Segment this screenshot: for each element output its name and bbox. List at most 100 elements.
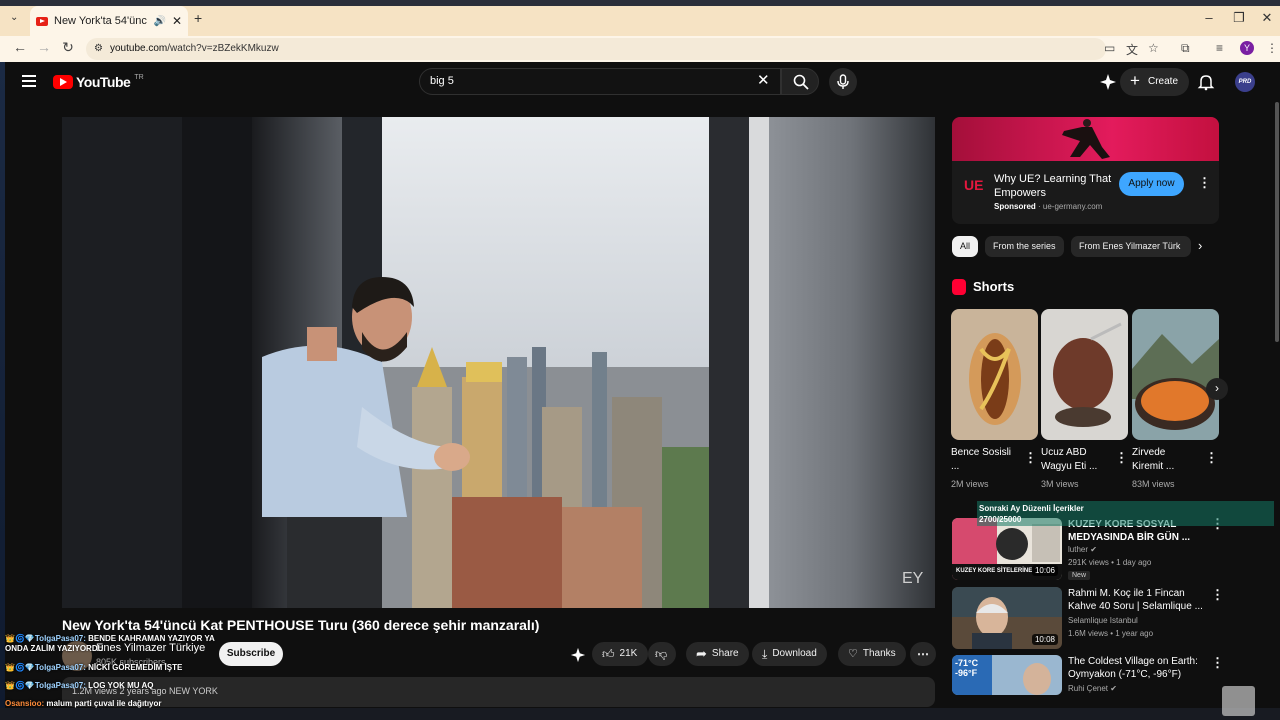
rec-title-3[interactable]: The Coldest Village on Earth: Oymyakon (… xyxy=(1068,655,1208,681)
tab-title: New York'ta 54'üncü Kat PE xyxy=(54,15,147,27)
download-button[interactable]: ⤓ Download xyxy=(752,642,827,666)
install-app-icon[interactable]: ▭ xyxy=(1104,41,1115,55)
microphone-icon xyxy=(837,74,849,89)
account-avatar[interactable]: PRD xyxy=(1235,72,1255,92)
short-title-2[interactable]: Ucuz ABD Wagyu Eti ... xyxy=(1041,446,1107,474)
short-thumbnail-2[interactable] xyxy=(1041,309,1128,440)
short-menu-icon-2[interactable]: ⋮ xyxy=(1115,451,1128,464)
short-title-1[interactable]: Bence Sosisli ... xyxy=(951,446,1017,474)
youtube-logo[interactable]: YouTube TR xyxy=(53,74,144,90)
shorts-heading: Shorts xyxy=(973,279,1015,294)
youtube-header: YouTube TR big 5 ✕ Create PRD xyxy=(5,62,1275,102)
site-info-icon[interactable]: ⚙ xyxy=(94,38,103,60)
rec-channel-1[interactable]: luther ✔ xyxy=(1068,545,1097,554)
chip-from-channel[interactable]: From Enes Yilmazer Türk xyxy=(1071,236,1191,257)
url-host: youtube.com xyxy=(110,43,168,54)
rec-thumbnail-3[interactable]: -71°C -96°F xyxy=(952,655,1062,695)
rec-menu-icon-3[interactable]: ⋮ xyxy=(1211,656,1224,669)
rec-title-2[interactable]: Rahmi M. Koç ile 1 Fincan Kahve 40 Soru … xyxy=(1068,587,1208,613)
chip-from-series[interactable]: From the series xyxy=(985,236,1064,257)
thumbs-up-icon: 👍︎ xyxy=(602,647,615,661)
ad-menu-icon[interactable]: ⋮ xyxy=(1198,176,1211,189)
extensions-icon[interactable]: ⧉ xyxy=(1181,41,1190,56)
like-count: 21K xyxy=(619,648,638,659)
logo-wordmark: YouTube xyxy=(76,74,131,90)
ad-title[interactable]: Why UE? Learning That Empowers xyxy=(994,172,1116,200)
notifications-bell-icon[interactable] xyxy=(1197,73,1215,91)
rec-duration-1: 10:06 xyxy=(1031,565,1058,576)
share-label: Share xyxy=(711,648,739,659)
desktop-edge xyxy=(0,62,5,720)
rec-thumb-caption-3: -71°C -96°F xyxy=(955,658,979,678)
share-button[interactable]: ➦ Share xyxy=(686,642,749,666)
recommended-video-1[interactable]: KUZEY KORE SİTELERİNE 10:06 KUZEY KORE S… xyxy=(952,517,1224,582)
short-thumbnail-1[interactable] xyxy=(951,309,1038,440)
address-bar[interactable]: ⚙ youtube.com/watch?v=zBZekKMkuzw xyxy=(86,38,1106,60)
short-menu-icon-3[interactable]: ⋮ xyxy=(1205,451,1218,464)
back-arrow-icon[interactable]: ← xyxy=(10,39,30,55)
share-arrow-icon: ➦ xyxy=(696,646,707,661)
video-player[interactable]: EY xyxy=(62,117,935,608)
chat-badge-icon: 👑🌀💎 xyxy=(5,634,35,643)
translate-icon[interactable]: 文 xyxy=(1126,41,1138,58)
clear-search-icon[interactable]: ✕ xyxy=(757,71,770,89)
subscribe-button[interactable]: Subscribe xyxy=(219,642,283,666)
scrollbar-thumb[interactable] xyxy=(1275,102,1279,342)
rec-channel-name-3: Ruhi Çenet xyxy=(1068,684,1109,693)
ask-sparkle-icon[interactable] xyxy=(570,647,586,663)
chips-next-chevron-icon[interactable]: › xyxy=(1198,238,1202,253)
rec-thumbnail-2[interactable]: 10:08 xyxy=(952,587,1062,649)
rec-meta-1: 291K views • 1 day ago xyxy=(1068,558,1152,567)
shorts-logo-icon xyxy=(952,279,966,295)
chat-badge-icon: 👑🌀💎 xyxy=(5,663,35,672)
speaker-icon[interactable]: 🔊 xyxy=(153,16,165,27)
forward-arrow-icon[interactable]: → xyxy=(34,39,54,55)
short-thumbnail-3[interactable] xyxy=(1132,309,1219,440)
tab-close-icon[interactable]: ✕ xyxy=(172,14,182,28)
rec-thumbnail-1[interactable]: KUZEY KORE SİTELERİNE 10:06 xyxy=(952,518,1062,580)
gemini-sparkle-icon[interactable] xyxy=(1099,73,1117,91)
chat-nick-2: TolgaPasa07: xyxy=(34,663,86,672)
ad-banner-image[interactable] xyxy=(952,117,1219,161)
shorts-next-button[interactable]: › xyxy=(1206,378,1228,400)
recommended-video-2[interactable]: 10:08 Rahmi M. Koç ile 1 Fincan Kahve 40… xyxy=(952,587,1224,651)
rec-channel-3[interactable]: Ruhi Çenet ✔ xyxy=(1068,684,1117,693)
apply-now-button[interactable]: Apply now xyxy=(1119,172,1184,196)
browser-tab-active[interactable]: New York'ta 54'üncü Kat PE 🔊 ✕ xyxy=(30,6,188,36)
more-actions-button[interactable]: ⋯ xyxy=(910,642,936,666)
menu-dots-icon[interactable]: ⋮ xyxy=(1266,41,1278,55)
window-close-button[interactable]: ✕ xyxy=(1252,10,1280,26)
rec-channel-2[interactable]: Selamlique Istanbul xyxy=(1068,616,1138,625)
voice-search-button[interactable] xyxy=(829,68,857,96)
reload-icon[interactable]: ↻ xyxy=(58,39,78,56)
short-title-3[interactable]: Zirvede Kiremit ... xyxy=(1132,446,1198,474)
dislike-button[interactable]: 👎︎ xyxy=(648,642,676,666)
media-control-icon[interactable]: ≡ xyxy=(1216,41,1223,55)
steak-image xyxy=(1041,309,1128,440)
page-scrollbar[interactable] xyxy=(1274,62,1280,720)
rec-menu-icon-2[interactable]: ⋮ xyxy=(1211,588,1224,601)
bookmark-star-icon[interactable]: ☆ xyxy=(1148,41,1159,55)
search-button[interactable] xyxy=(781,68,819,95)
taskbar-app-button[interactable] xyxy=(1222,686,1255,716)
rec-meta-2: 1.6M views • 1 year ago xyxy=(1068,629,1154,638)
chip-all[interactable]: All xyxy=(952,236,979,257)
thanks-button[interactable]: ♡ Thanks xyxy=(838,642,906,666)
short-menu-icon-1[interactable]: ⋮ xyxy=(1024,451,1037,464)
like-button[interactable]: 👍︎ 21K xyxy=(592,642,648,666)
tab-list-button[interactable]: ⌄ xyxy=(10,12,18,23)
sponsored-ad-card[interactable]: UE Why UE? Learning That Empowers Sponso… xyxy=(952,117,1219,224)
short-views-1: 2M views xyxy=(951,479,989,489)
minimize-button[interactable]: – xyxy=(1194,10,1224,25)
browser-toolbar: ← → ↻ ⚙ youtube.com/watch?v=zBZekKMkuzw … xyxy=(0,36,1280,62)
maximize-button[interactable]: ❐ xyxy=(1224,10,1254,26)
create-button[interactable]: Create xyxy=(1120,67,1189,96)
chat-text-2: NİCKİ GÖREMEDİM İŞTE xyxy=(88,663,183,672)
new-tab-button[interactable]: + xyxy=(194,10,202,26)
search-input[interactable]: big 5 xyxy=(419,68,781,95)
profile-avatar[interactable]: Y xyxy=(1240,41,1254,55)
more-dots-icon: ⋯ xyxy=(917,647,929,661)
ad-brand-logo: UE xyxy=(964,177,984,193)
menu-hamburger-icon[interactable] xyxy=(22,75,36,87)
chat-message-2: 👑🌀💎TolgaPasa07: NİCKİ GÖREMEDİM İŞTE xyxy=(5,663,182,673)
